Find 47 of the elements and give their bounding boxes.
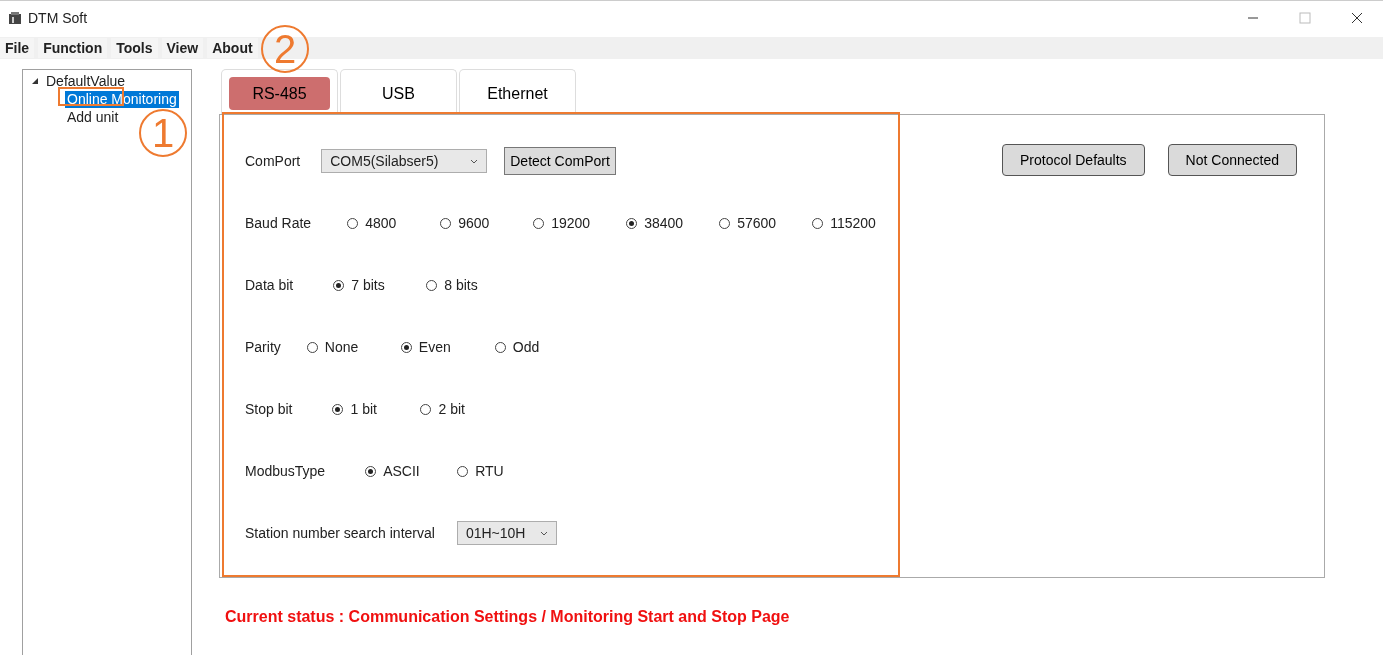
tab[interactable]: Ethernet	[459, 69, 576, 114]
field-label: Data bit	[245, 277, 294, 293]
field-label: ModbusType	[245, 463, 326, 479]
action-button[interactable]: Protocol Defaults	[1002, 144, 1145, 176]
callout-number: 1	[139, 109, 187, 157]
app-icon	[8, 11, 22, 25]
field-label: Baud Rate	[245, 215, 312, 231]
field-label: Parity	[245, 339, 281, 355]
maximize-icon	[1299, 12, 1311, 24]
tab[interactable]: RS-485	[221, 69, 338, 114]
expand-triangle-icon[interactable]	[31, 77, 39, 85]
option-label: 4800	[365, 215, 397, 231]
tree-item[interactable]: DefaultValue	[44, 72, 128, 90]
detect-button[interactable]: Detect ComPort	[504, 147, 616, 175]
menu-item[interactable]: Tools	[111, 38, 158, 58]
field-label: Stop bit	[245, 401, 293, 417]
option-label: 7 bits	[351, 277, 385, 293]
field-label: Station number search interval	[245, 525, 435, 541]
field-label: ComPort	[245, 153, 301, 169]
option-label: 8 bits	[444, 277, 478, 293]
option-label: 9600	[458, 215, 490, 231]
option-label: 115200	[830, 215, 876, 231]
callout-number: 2	[261, 25, 309, 73]
option-label: Odd	[512, 339, 540, 355]
menu-item[interactable]: Function	[38, 38, 108, 58]
interval-dropdown[interactable]: 01H~10H	[456, 521, 557, 545]
menu-item[interactable]: File	[0, 38, 35, 58]
tab[interactable]: USB	[340, 69, 457, 114]
chevron-down-icon	[470, 158, 479, 164]
option-label: Even	[418, 339, 451, 355]
option-label: 19200	[551, 215, 591, 231]
option-label: RTU	[475, 463, 504, 479]
tree-item[interactable]: Add unit	[65, 108, 121, 126]
option-label: 2 bit	[438, 401, 465, 417]
status-text: Current status : Communication Settings / Monitoring Start and Stop Page	[225, 608, 791, 626]
option-label: 1 bit	[350, 401, 377, 417]
comport-dropdown[interactable]: COM5(Silabser5)	[321, 149, 488, 173]
chevron-down-icon	[539, 530, 548, 536]
option-label: None	[324, 339, 359, 355]
window-title: DTM Soft	[28, 10, 88, 26]
action-button[interactable]: Not Connected	[1167, 144, 1297, 176]
option-label: 57600	[737, 215, 777, 231]
menu-item[interactable]: View	[161, 38, 204, 58]
option-label: 38400	[644, 215, 684, 231]
close-icon	[1351, 12, 1363, 24]
menu-item[interactable]: About	[207, 38, 258, 58]
option-label: ASCII	[383, 463, 420, 479]
